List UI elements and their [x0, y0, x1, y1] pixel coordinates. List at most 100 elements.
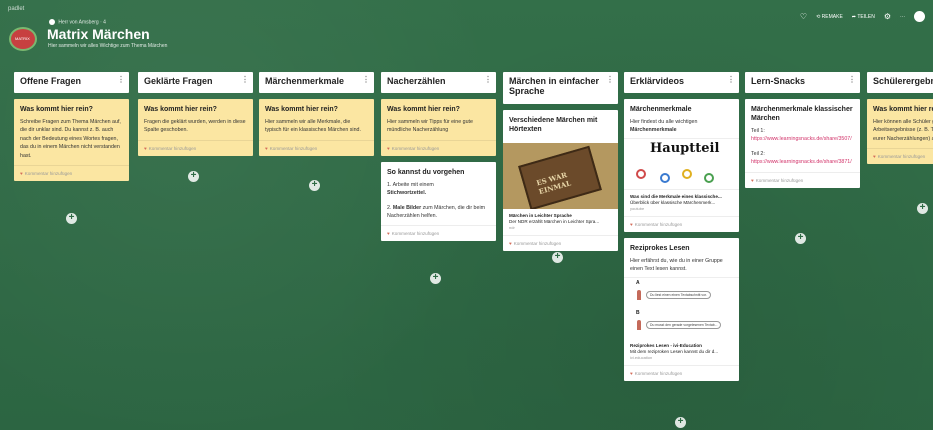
- add-comment-button[interactable]: ♥ Kommentar hinzufügen: [138, 139, 253, 156]
- column-menu-icon[interactable]: ⋮: [606, 75, 614, 84]
- add-post-button[interactable]: +: [795, 233, 806, 244]
- post-step-2-keyword: Male Bilder: [392, 204, 422, 211]
- share-icon: ➦: [851, 13, 856, 20]
- add-comment-label: Kommentar hinzufügen: [755, 177, 804, 183]
- add-comment-button[interactable]: ♥ Kommentar hinzufügen: [259, 139, 374, 156]
- column-menu-icon[interactable]: ⋮: [484, 75, 492, 84]
- column-menu-icon[interactable]: ⋮: [727, 75, 735, 84]
- post-card[interactable]: Was kommt hier rein? Hier sammeln wir al…: [259, 99, 374, 156]
- column-header[interactable]: Märchenmerkmale ⋮: [259, 72, 374, 93]
- add-post-button[interactable]: +: [552, 252, 563, 263]
- board-logo: MATRIX: [9, 27, 37, 51]
- comment-icon: ♥: [387, 231, 390, 237]
- add-comment-button[interactable]: ♥ Kommentar hinzufügen: [745, 171, 860, 188]
- author-separator: ·: [100, 19, 102, 26]
- add-comment-label: Kommentar hinzufügen: [148, 145, 197, 151]
- column-menu-icon[interactable]: ⋮: [362, 75, 370, 84]
- column-erklaervideos: Erklärvideos ⋮ Märchenmerkmale Hier find…: [624, 72, 739, 381]
- post-title: Was kommt hier rein?: [873, 106, 933, 113]
- link-preview[interactable]: Märchen in Leichter Sprache Der NDR erzä…: [503, 209, 618, 235]
- comment-icon: ♥: [509, 241, 512, 246]
- video-thumbnail[interactable]: A Du liest einen einen Textabschnitt vor…: [624, 276, 739, 339]
- add-comment-label: Kommentar hinzufügen: [391, 231, 440, 237]
- share-button[interactable]: ➦ TEILEN: [852, 14, 875, 20]
- add-comment-button[interactable]: ♥ Kommentar hinzufügen: [381, 139, 496, 156]
- comment-icon: ♥: [873, 154, 876, 160]
- add-post-button[interactable]: +: [430, 273, 441, 284]
- add-comment-button[interactable]: ♥ Kommentar hinzufügen: [867, 148, 933, 164]
- person-icon: [637, 289, 641, 300]
- column-title: Märchen in einfacher Sprache: [509, 76, 600, 96]
- post-card[interactable]: Verschiedene Märchen mit Hörtexten ES WA…: [503, 110, 618, 251]
- post-card[interactable]: Märchenmerkmale Hier findest du alle wic…: [624, 99, 739, 232]
- post-body: Hier können alle Schüler gelungene Arbei…: [873, 119, 933, 142]
- column-header[interactable]: Offene Fragen ⋮: [14, 72, 129, 93]
- post-card[interactable]: Reziprokes Lesen Hier erfährst du, wie d…: [624, 237, 739, 381]
- column-header[interactable]: Schülerergebnisse: [867, 72, 933, 93]
- add-post-button[interactable]: +: [309, 180, 320, 191]
- remake-label: REMAKE: [821, 13, 843, 20]
- column-header[interactable]: Nacherzählen ⋮: [381, 72, 496, 93]
- board-subtitle: Hier sammeln wir alles Wichtige zum Them…: [48, 43, 168, 49]
- heart-icon[interactable]: ♡: [800, 12, 807, 21]
- header-actions: ♡ ⟲ REMAKE ➦ TEILEN ⚙ ···: [800, 11, 925, 22]
- post-title: So kannst du vorgehen: [387, 168, 465, 176]
- post-body: Fragen die geklärt wurden, werden in die…: [144, 119, 246, 134]
- link-preview[interactable]: Reziprokes Lesen - ivi-Education Mit dem…: [624, 339, 739, 365]
- speech-bubble: Du liest einen einen Textabschnitt vor.: [646, 290, 711, 299]
- part-1-link[interactable]: https://www.learningsnacks.de/share/3507…: [751, 135, 854, 143]
- add-comment-button[interactable]: ♥ Kommentar hinzufügen: [624, 364, 739, 381]
- post-body: Hier sammeln wir alle Merkmale, die typi…: [265, 119, 361, 134]
- comment-icon: ♥: [630, 221, 633, 227]
- board-header: padlet MATRIX Herr von Amsberg · 4 Matri…: [0, 0, 933, 62]
- post-card[interactable]: Märchenmerkmale klassischer Märchen Teil…: [745, 99, 860, 188]
- add-comment-label: Kommentar hinzufügen: [634, 221, 683, 227]
- column-header[interactable]: Märchen in einfacher Sprache ⋮: [503, 72, 618, 104]
- user-avatar[interactable]: [914, 11, 925, 22]
- more-button[interactable]: ···: [900, 14, 905, 20]
- add-comment-button[interactable]: ♥ Kommentar hinzufügen: [503, 235, 618, 251]
- add-comment-button[interactable]: ♥ Kommentar hinzufügen: [624, 215, 739, 232]
- post-card[interactable]: Was kommt hier rein? Fragen die geklärt …: [138, 99, 253, 156]
- post-title: Was kommt hier rein?: [144, 106, 217, 113]
- comment-icon: ♥: [387, 145, 390, 151]
- comment-icon: ♥: [751, 177, 754, 183]
- post-body-keyword: Märchenmerkmale: [630, 127, 677, 134]
- gear-icon[interactable]: ⚙: [884, 12, 891, 21]
- column-title: Schülerergebnisse: [873, 76, 933, 86]
- remake-button[interactable]: ⟲ REMAKE: [816, 14, 843, 20]
- column-menu-icon[interactable]: ⋮: [117, 75, 125, 84]
- add-post-button[interactable]: +: [188, 171, 199, 182]
- post-card[interactable]: So kannst du vorgehen 1. Arbeite mit ein…: [381, 161, 496, 242]
- add-comment-button[interactable]: ♥ Kommentar hinzufügen: [381, 225, 496, 241]
- link-preview[interactable]: Was sind die Merkmale eines klassische..…: [624, 190, 739, 216]
- post-body: Hier erfährst du, wie du in einer Gruppe…: [630, 257, 723, 273]
- book-thumbnail[interactable]: ES WAR EINMAL: [503, 143, 618, 209]
- add-post-button[interactable]: +: [675, 417, 686, 428]
- column-header[interactable]: Lern-Snacks ⋮: [745, 72, 860, 93]
- post-title: Märchenmerkmale klassischer Märchen: [751, 106, 853, 122]
- part-2-link[interactable]: https://www.learningsnacks.de/share/3871…: [751, 158, 854, 166]
- board-title: Matrix Märchen: [47, 26, 150, 42]
- post-body: Schreibe Fragen zum Thema Märchen auf, d…: [20, 119, 121, 159]
- padlet-brand[interactable]: padlet: [8, 6, 24, 12]
- comment-icon: ♥: [630, 370, 633, 376]
- column-nacherzaehlen: Nacherzählen ⋮ Was kommt hier rein? Hier…: [381, 72, 496, 242]
- post-card[interactable]: Was kommt hier rein? Hier sammeln wir Ti…: [381, 99, 496, 156]
- add-comment-button[interactable]: ♥ Kommentar hinzufügen: [14, 165, 129, 181]
- column-menu-icon[interactable]: ⋮: [848, 75, 856, 84]
- add-comment-label: Kommentar hinzufügen: [269, 145, 318, 151]
- add-post-button[interactable]: +: [917, 203, 928, 214]
- column-header[interactable]: Geklärte Fragen ⋮: [138, 72, 253, 93]
- video-thumbnail-text: Hauptteil: [650, 140, 720, 156]
- column-header[interactable]: Erklärvideos ⋮: [624, 72, 739, 93]
- column-menu-icon[interactable]: ⋮: [241, 75, 249, 84]
- video-thumbnail[interactable]: Hauptteil: [624, 137, 739, 190]
- post-body: 1. Arbeite mit einem Stichwortzettel. 2. …: [387, 181, 490, 221]
- post-title: Was kommt hier rein?: [387, 106, 460, 113]
- add-post-button[interactable]: +: [66, 213, 77, 224]
- post-card[interactable]: Was kommt hier rein? Schreibe Fragen zum…: [14, 99, 129, 182]
- post-card[interactable]: Was kommt hier rein? Hier können alle Sc…: [867, 99, 933, 165]
- link-description: Mit dem reziproken Lesen kannst du dir d…: [630, 348, 719, 354]
- author-line[interactable]: Herr von Amsberg · 4: [49, 19, 106, 25]
